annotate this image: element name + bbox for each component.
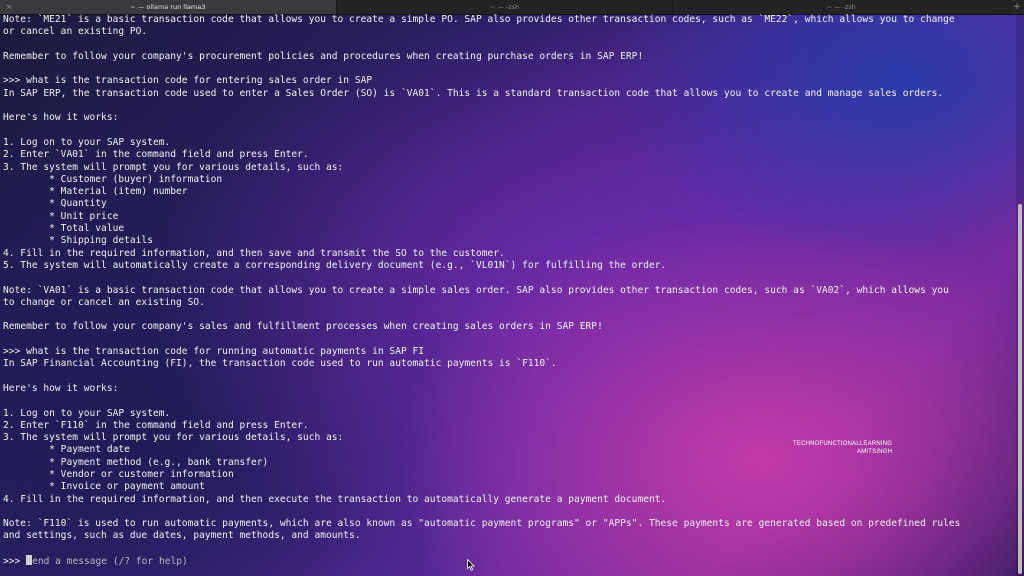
tab-title: ~ — ollama run llama3	[130, 3, 206, 11]
terminal-line: * Quantity	[3, 198, 107, 210]
watermark-line-1: TECHNOFUNCTIONALLEARNING	[793, 441, 893, 447]
terminal-line: and settings, such as due dates, payment…	[3, 530, 361, 542]
new-tab-icon[interactable]: +	[1010, 0, 1024, 14]
message-input[interactable]: >>> end a message (/? for help)	[3, 555, 1013, 567]
terminal-line: or cancel an existing PO.	[3, 26, 148, 38]
terminal-line: * Shipping details	[3, 235, 153, 247]
terminal-line: Remember to follow your company's procur…	[3, 50, 644, 62]
terminal-line: 5. The system will automatically create …	[3, 259, 667, 271]
scrollbar-thumb[interactable]	[1018, 204, 1022, 574]
tab-zsh-1[interactable]: ~ — -zsh	[336, 0, 674, 14]
terminal-line: In SAP ERP, the transaction code used to…	[3, 87, 944, 99]
terminal-line: * Customer (buyer) information	[3, 173, 223, 185]
terminal-line: Note: `ME21` is a basic transaction code…	[3, 14, 955, 25]
terminal-line: * Material (item) number	[3, 186, 188, 198]
tab-title: ~ — -zsh	[489, 3, 520, 11]
tab-bar: × ~ — ollama run llama3 ~ — -zsh ~ — -zs…	[0, 0, 1024, 15]
terminal-line: Note: `VA01` is a basic transaction code…	[3, 284, 949, 296]
tab-zsh-2[interactable]: ~ — -zsh	[673, 0, 1011, 14]
terminal-line: * Invoice or payment amount	[3, 481, 205, 493]
terminal-line: Here's how it works:	[3, 112, 119, 124]
terminal-line: 1. Log on to your SAP system.	[3, 136, 171, 148]
terminal-line: to change or cancel an existing SO.	[3, 296, 205, 308]
terminal-line: 2. Enter `VA01` in the command field and…	[3, 149, 309, 161]
terminal-line: Remember to follow your company's sales …	[3, 321, 603, 333]
watermark-line-2: AMITSINGH	[857, 449, 893, 455]
tab-title: ~ — -zsh	[826, 3, 856, 11]
terminal-line: 4. Fill in the required information, and…	[3, 247, 505, 259]
terminal-line: 3. The system will prompt you for variou…	[3, 161, 344, 173]
input-placeholder: end a message (/? for help)	[32, 556, 188, 568]
mouse-pointer-icon	[467, 559, 475, 571]
terminal-output[interactable]: Note: `ME21` is a basic transaction code…	[3, 14, 1013, 576]
terminal-prompt-line: >>> what is the transaction code for ent…	[3, 75, 373, 87]
terminal-line: * Payment method (e.g., bank transfer)	[3, 456, 269, 468]
tab-ollama[interactable]: × ~ — ollama run llama3	[0, 0, 337, 14]
watermark: TECHNOFUNCTIONALLEARNING AMITSINGH	[793, 440, 892, 456]
terminal-line: In SAP Financial Accounting (FI), the tr…	[3, 358, 557, 370]
close-icon[interactable]: ×	[6, 3, 12, 11]
terminal-line: 1. Log on to your SAP system.	[3, 407, 171, 419]
terminal-line: * Vendor or customer information	[3, 468, 234, 480]
terminal-line: * Total value	[3, 223, 125, 235]
terminal-line: Note: `F110` is used to run automatic pa…	[3, 518, 961, 530]
terminal-prompt-line: >>> what is the transaction code for run…	[3, 346, 425, 358]
terminal-line: * Unit price	[3, 210, 119, 222]
input-prompt: >>>	[3, 556, 27, 568]
terminal-line: Here's how it works:	[3, 382, 119, 394]
scrollbar[interactable]	[1016, 14, 1024, 576]
terminal-line: 2. Enter `F110` in the command field and…	[3, 419, 309, 431]
terminal-line: 4. Fill in the required information, and…	[3, 493, 667, 505]
